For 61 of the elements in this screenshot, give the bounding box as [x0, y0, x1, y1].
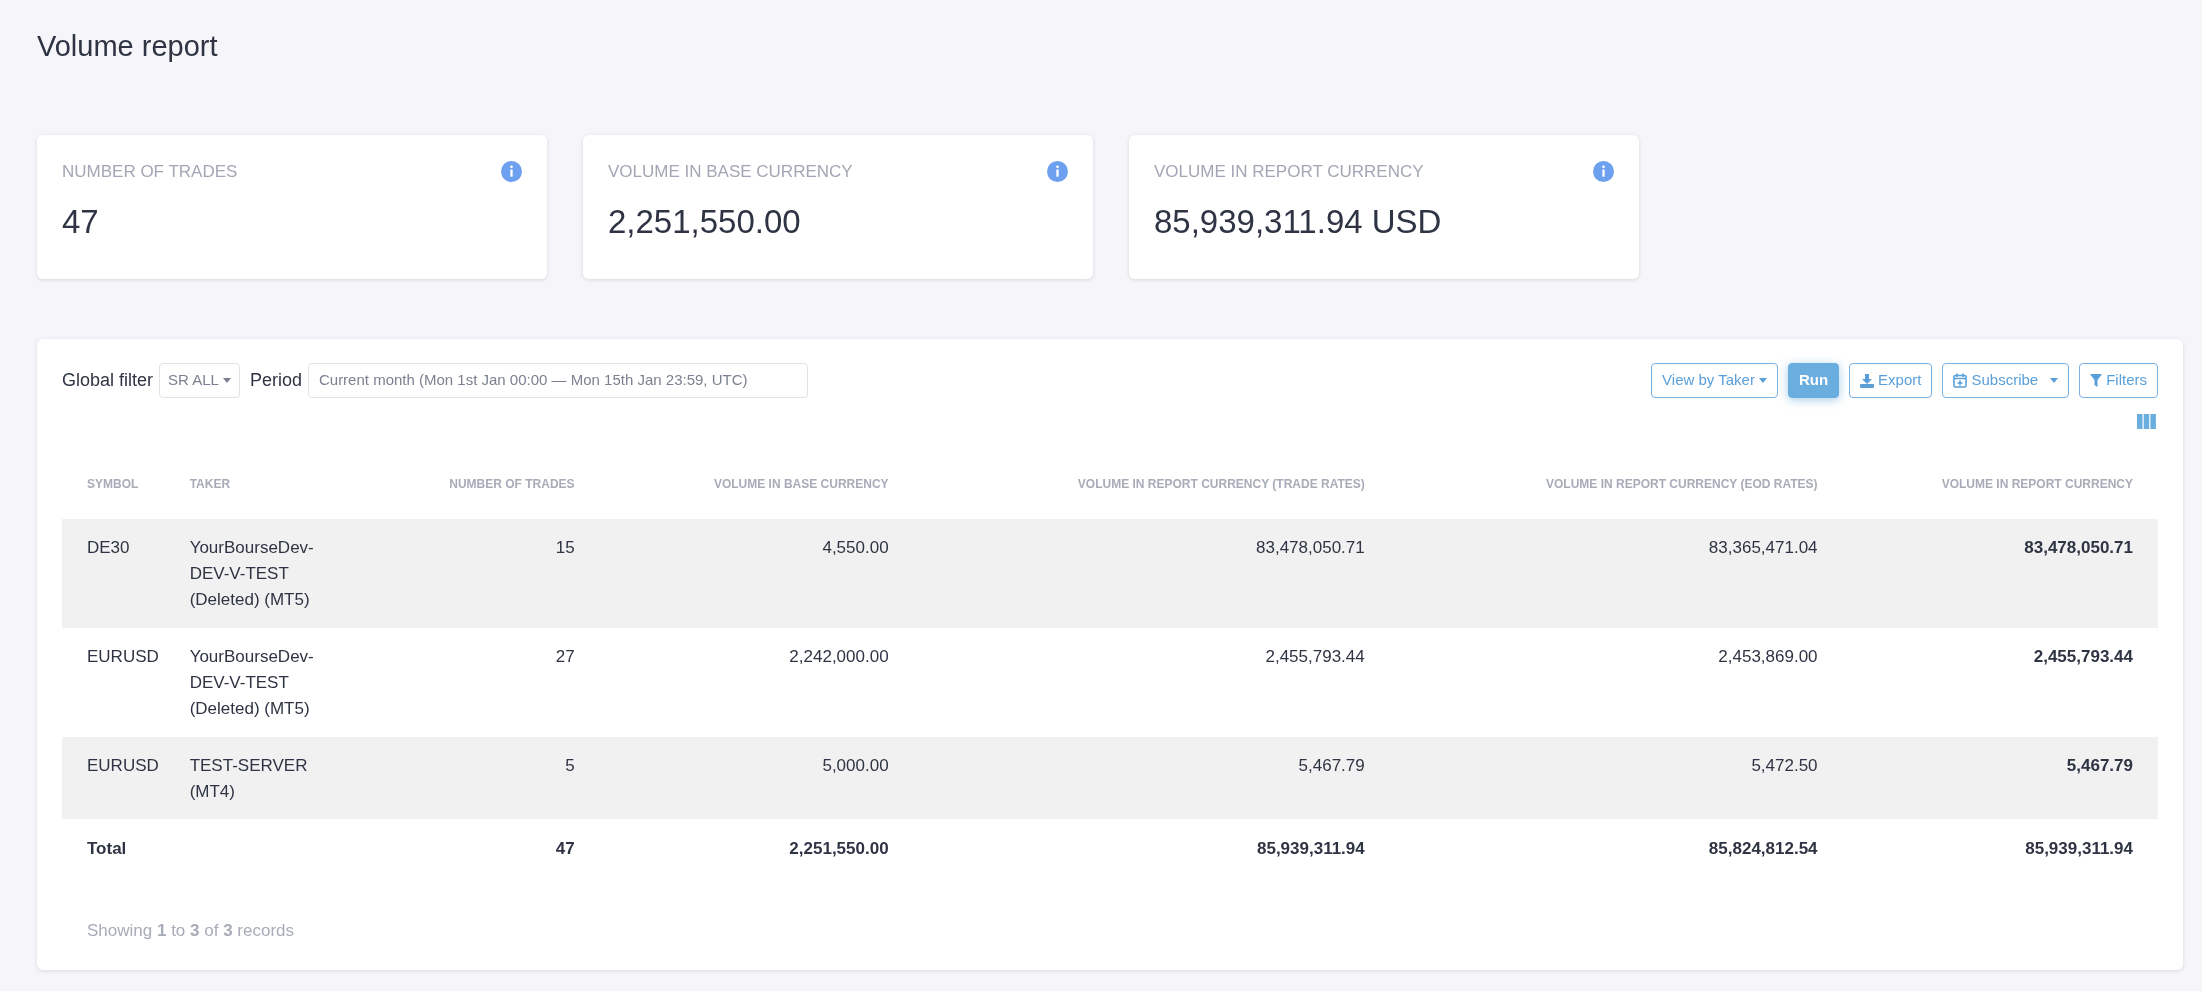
info-icon	[1047, 161, 1068, 183]
column-header: SYMBOL	[87, 476, 139, 491]
dropdown-button[interactable]: View by Taker	[1651, 363, 1778, 398]
columns-icon[interactable]	[2137, 414, 2156, 429]
table-cell-text: 5,472.50	[1751, 755, 1818, 777]
total-cell: 85,939,311.94	[1256, 838, 1365, 858]
period-label: Period	[249, 369, 302, 392]
table-cell-text: 5,000.00	[822, 755, 889, 777]
table-cell-text: 2,455,793.44	[2033, 646, 2133, 668]
table-cell-text: 83,365,471.04	[1708, 537, 1818, 559]
total-cell: 85,824,812.54	[1708, 838, 1818, 858]
export-button[interactable]: Export	[1849, 363, 1933, 398]
table-cell-text: 2,242,000.00	[789, 646, 889, 668]
total-cell: Total	[87, 838, 127, 858]
caret-icon	[222, 378, 231, 383]
caret-icon	[1758, 378, 1767, 383]
calendar-plus-icon	[1953, 373, 1968, 388]
table-cell-text: 2,455,793.44	[1265, 646, 1365, 668]
filter-icon	[2090, 374, 2103, 387]
column-header: NUMBER OF TRADES	[449, 476, 575, 491]
primary-button[interactable]: Run	[1787, 363, 1840, 398]
table-cell-text: 5,467.79	[2066, 755, 2133, 777]
table-cell-text: YourBourseDev-DEV-V-TEST (Deleted) (MT5)	[189, 646, 315, 720]
global-filter-dropdown[interactable]: SR ALL	[159, 363, 240, 398]
table-cell-text: 5,467.79	[1298, 755, 1365, 777]
info-icon	[1593, 161, 1614, 183]
download-icon	[1860, 373, 1875, 388]
stat-value: 47	[62, 201, 99, 242]
table-cell-text: 4,550.00	[822, 537, 889, 559]
period-field[interactable]: Current month (Mon 1st Jan 00:00 — Mon 15th Jan 23:59, UTC)	[307, 363, 808, 398]
records-summary: Showing 1 to 3 of 3 records	[87, 921, 294, 940]
total-cell: 2,251,550.00	[789, 838, 889, 858]
table-cell-text: YourBourseDev-DEV-V-TEST (Deleted) (MT5)	[189, 537, 315, 611]
stat-value: 2,251,550.00	[608, 201, 801, 242]
table-cell-text: DE30	[87, 537, 130, 559]
stat-value: 85,939,311.94 USD	[1154, 201, 1442, 242]
table-cell-text: 2,453,869.00	[1718, 646, 1818, 668]
filters-button[interactable]: Filters	[2079, 363, 2158, 398]
table-cell-text: EURUSD	[87, 755, 159, 777]
stat-label: VOLUME IN REPORT CURRENCY	[1154, 161, 1424, 183]
total-cell: 47	[555, 838, 575, 858]
column-header: VOLUME IN REPORT CURRENCY (TRADE RATES)	[1077, 476, 1365, 491]
column-header: VOLUME IN BASE CURRENCY	[713, 476, 889, 491]
table-cell-text: 15	[555, 537, 575, 559]
table-cell-text: 83,478,050.71	[2024, 537, 2133, 559]
subscribe-button[interactable]: Subscribe	[1942, 363, 2070, 398]
info-icon	[501, 161, 522, 183]
page-title: Volume report	[37, 30, 218, 61]
table-cell-text: EURUSD	[87, 646, 159, 668]
global-filter-label: Global filter	[62, 369, 154, 392]
stat-label: NUMBER OF TRADES	[62, 161, 238, 183]
column-header: TAKER	[189, 476, 231, 491]
stat-label: VOLUME IN BASE CURRENCY	[608, 161, 853, 183]
table-cell-text: 83,478,050.71	[1256, 537, 1365, 559]
column-header: VOLUME IN REPORT CURRENCY (EOD RATES)	[1546, 476, 1818, 491]
table-cell-text: TEST-SERVER (MT4)	[189, 755, 309, 803]
table-cell-text: 27	[555, 646, 575, 668]
caret-icon	[2050, 378, 2059, 383]
total-cell: 85,939,311.94	[2025, 838, 2133, 858]
table-cell-text: 5	[565, 755, 575, 777]
column-header: VOLUME IN REPORT CURRENCY	[1941, 476, 2133, 491]
